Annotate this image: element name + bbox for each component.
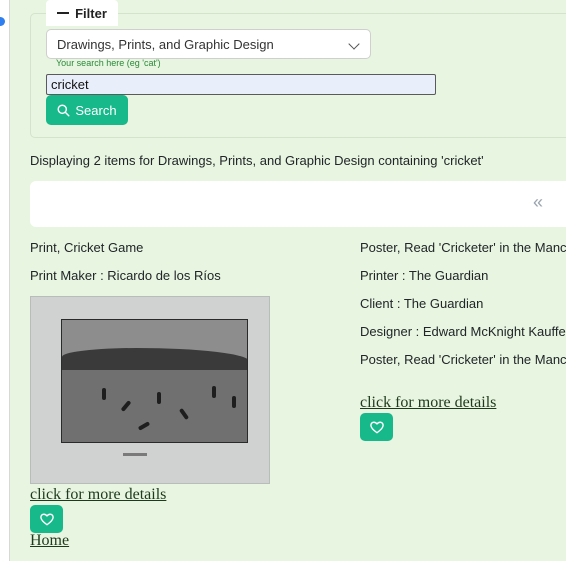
favorite-button[interactable]	[30, 505, 63, 533]
cricket-print-artwork	[61, 319, 248, 443]
category-select-value: Drawings, Prints, and Graphic Design	[57, 36, 274, 52]
item-details-link[interactable]: click for more details	[360, 394, 496, 412]
item-title: Print, Cricket Game	[30, 240, 144, 255]
collapse-icon	[57, 12, 70, 14]
heart-icon	[39, 513, 54, 525]
heart-icon	[369, 421, 384, 433]
filter-tab[interactable]: Filter	[46, 0, 118, 26]
left-sidebar-strip	[0, 0, 10, 561]
filter-tab-label: Filter	[75, 5, 107, 21]
home-link[interactable]: Home	[30, 532, 69, 550]
scroll-indicator-dot	[0, 17, 5, 26]
favorite-button[interactable]	[360, 413, 393, 441]
pagination-prev-icon[interactable]: «	[533, 192, 543, 213]
search-button-label: Search	[75, 102, 117, 118]
item-maker: Print Maker : Ricardo de los Ríos	[30, 268, 221, 283]
chevron-down-icon	[348, 38, 360, 50]
item-client: Client : The Guardian	[360, 296, 484, 311]
item-printer: Printer : The Guardian	[360, 268, 489, 283]
item-image[interactable]	[30, 296, 270, 484]
pagination-bar	[30, 181, 566, 227]
item-title: Poster, Read 'Cricketer' in the Manc	[360, 240, 566, 255]
category-select[interactable]: Drawings, Prints, and Graphic Design	[46, 29, 371, 59]
item-designer: Designer : Edward McKnight Kauffe	[360, 324, 566, 339]
item-details-link[interactable]: click for more details	[30, 486, 166, 504]
search-icon	[57, 103, 70, 117]
search-button[interactable]: Search	[46, 95, 128, 125]
search-input[interactable]	[46, 74, 436, 95]
search-hint: Your search here (eg 'cat')	[56, 58, 161, 68]
results-status: Displaying 2 items for Drawings, Prints,…	[30, 153, 484, 168]
item-title-repeat: Poster, Read 'Cricketer' in the Manc	[360, 352, 566, 367]
